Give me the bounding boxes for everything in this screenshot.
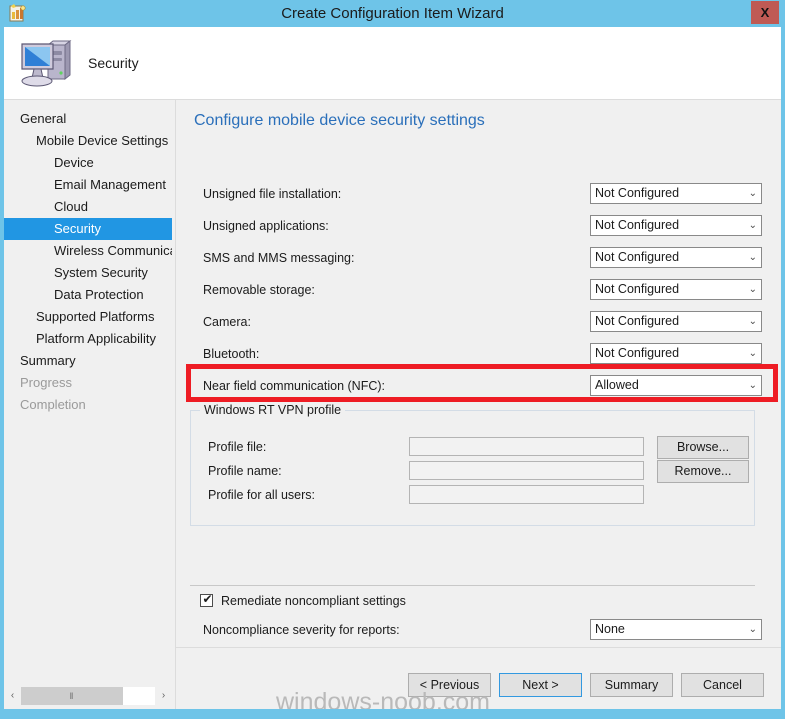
vpn-profile-row: Profile for all users:: [191, 485, 756, 505]
sidebar-item-supported-platforms[interactable]: Supported Platforms: [4, 306, 172, 328]
setting-value: Not Configured: [595, 346, 680, 360]
setting-dropdown[interactable]: Not Configured ⌄: [590, 343, 762, 364]
setting-dropdown[interactable]: Not Configured ⌄: [590, 215, 762, 236]
title-bar: Create Configuration Item Wizard X: [0, 0, 785, 27]
setting-value: Not Configured: [595, 186, 680, 200]
settings-panel: Configure mobile device security setting…: [176, 100, 781, 645]
noncompliance-severity-row: Noncompliance severity for reports: None…: [176, 619, 781, 641]
setting-label: Unsigned file installation:: [203, 187, 342, 201]
previous-button[interactable]: < Previous: [408, 673, 491, 697]
wizard-body: General Mobile Device Settings Device Email…: [4, 100, 781, 709]
setting-row: Camera: Not Configured ⌄: [176, 311, 781, 333]
chevron-down-icon: ⌄: [748, 316, 757, 327]
setting-label: Removable storage:: [203, 283, 315, 297]
vpn-field-input[interactable]: [409, 485, 644, 504]
wizard-footer: < Previous Next > Summary Cancel: [176, 647, 781, 709]
sidebar-item-general[interactable]: General: [4, 108, 172, 130]
vpn-field-label: Profile for all users:: [208, 488, 315, 502]
setting-dropdown[interactable]: Not Configured ⌄: [590, 311, 762, 332]
vpn-group-title: Windows RT VPN profile: [200, 403, 346, 417]
severity-label: Noncompliance severity for reports:: [203, 623, 400, 637]
setting-value: Allowed: [595, 378, 639, 392]
severity-value: None: [595, 622, 625, 636]
setting-row: Unsigned file installation: Not Configure…: [176, 183, 781, 205]
summary-button[interactable]: Summary: [590, 673, 673, 697]
vpn-profile-row: Profile name: Remove...: [191, 460, 756, 483]
scrollbar-thumb[interactable]: ‖: [21, 687, 123, 705]
remediate-label: Remediate noncompliant settings: [221, 594, 406, 608]
chevron-down-icon: ⌄: [748, 380, 757, 391]
scroll-left-arrow-icon[interactable]: ‹: [4, 687, 21, 705]
vpn-profile-group: Windows RT VPN profile Profile file: Brow…: [190, 403, 756, 526]
setting-label: Unsigned applications:: [203, 219, 329, 233]
setting-value: Not Configured: [595, 282, 680, 296]
setting-label: Camera:: [203, 315, 251, 329]
setting-row: Bluetooth: Not Configured ⌄: [176, 343, 781, 365]
sidebar-item-wireless-communicat[interactable]: Wireless Communicat: [4, 240, 172, 262]
chevron-down-icon: ⌄: [748, 252, 757, 263]
chevron-down-icon: ⌄: [748, 284, 757, 295]
setting-label: SMS and MMS messaging:: [203, 251, 355, 265]
section-divider: [190, 585, 755, 586]
setting-dropdown[interactable]: Not Configured ⌄: [590, 279, 762, 300]
wizard-window: Create Configuration Item Wizard X Secur…: [0, 0, 785, 719]
sidebar-item-device[interactable]: Device: [4, 152, 172, 174]
sidebar-item-progress[interactable]: Progress: [4, 372, 172, 394]
next-button[interactable]: Next >: [499, 673, 582, 697]
vpn-field-input[interactable]: [409, 437, 644, 456]
setting-dropdown[interactable]: Not Configured ⌄: [590, 247, 762, 268]
sidebar-item-cloud[interactable]: Cloud: [4, 196, 172, 218]
scroll-right-arrow-icon[interactable]: ›: [155, 687, 172, 705]
wizard-header: Security: [4, 27, 781, 100]
cancel-button[interactable]: Cancel: [681, 673, 764, 697]
setting-dropdown[interactable]: Not Configured ⌄: [590, 183, 762, 204]
vpn-profile-row: Profile file: Browse...: [191, 436, 756, 459]
setting-value: Not Configured: [595, 250, 680, 264]
setting-row: Removable storage: Not Configured ⌄: [176, 279, 781, 301]
setting-value: Not Configured: [595, 314, 680, 328]
setting-label: Near field communication (NFC):: [203, 379, 385, 393]
chevron-down-icon: ⌄: [748, 348, 757, 359]
vpn-field-label: Profile name:: [208, 464, 282, 478]
sidebar-item-system-security[interactable]: System Security: [4, 262, 172, 284]
window-bottom-frame: [0, 709, 785, 719]
chevron-down-icon: ⌄: [748, 188, 757, 199]
setting-dropdown[interactable]: Allowed ⌄: [590, 375, 762, 396]
scrollbar-track[interactable]: ‖: [21, 687, 155, 705]
browse-button[interactable]: Browse...: [657, 436, 749, 459]
setting-label: Bluetooth:: [203, 347, 260, 361]
window-title: Create Configuration Item Wizard: [281, 5, 504, 22]
sidebar-item-summary[interactable]: Summary: [4, 350, 172, 372]
sidebar-item-security[interactable]: Security: [4, 218, 172, 240]
sidebar-item-data-protection[interactable]: Data Protection: [4, 284, 172, 306]
computer-icon: [21, 39, 72, 87]
checkmark-icon: ✔: [202, 592, 213, 606]
chevron-down-icon: ⌄: [748, 624, 757, 635]
header-title: Security: [88, 55, 139, 71]
vpn-field-input[interactable]: [409, 461, 644, 480]
close-button[interactable]: X: [751, 1, 779, 24]
sidebar-item-completion[interactable]: Completion: [4, 394, 172, 416]
sidebar-item-mobile-device-settings[interactable]: Mobile Device Settings: [4, 130, 172, 152]
severity-dropdown[interactable]: None ⌄: [590, 619, 762, 640]
sidebar-horizontal-scrollbar[interactable]: ‹ ‖ ›: [4, 687, 172, 705]
setting-row: Near field communication (NFC): Allowed ⌄: [176, 375, 781, 397]
setting-row: Unsigned applications: Not Configured ⌄: [176, 215, 781, 237]
chevron-down-icon: ⌄: [748, 220, 757, 231]
wizard-steps-sidebar: General Mobile Device Settings Device Email…: [4, 100, 172, 680]
remove-button[interactable]: Remove...: [657, 460, 749, 483]
vpn-field-label: Profile file:: [208, 440, 267, 454]
setting-value: Not Configured: [595, 218, 680, 232]
sidebar-item-platform-applicability[interactable]: Platform Applicability: [4, 328, 172, 350]
sidebar-item-email-management[interactable]: Email Management: [4, 174, 172, 196]
setting-row: SMS and MMS messaging: Not Configured ⌄: [176, 247, 781, 269]
page-title: Configure mobile device security setting…: [194, 112, 485, 129]
